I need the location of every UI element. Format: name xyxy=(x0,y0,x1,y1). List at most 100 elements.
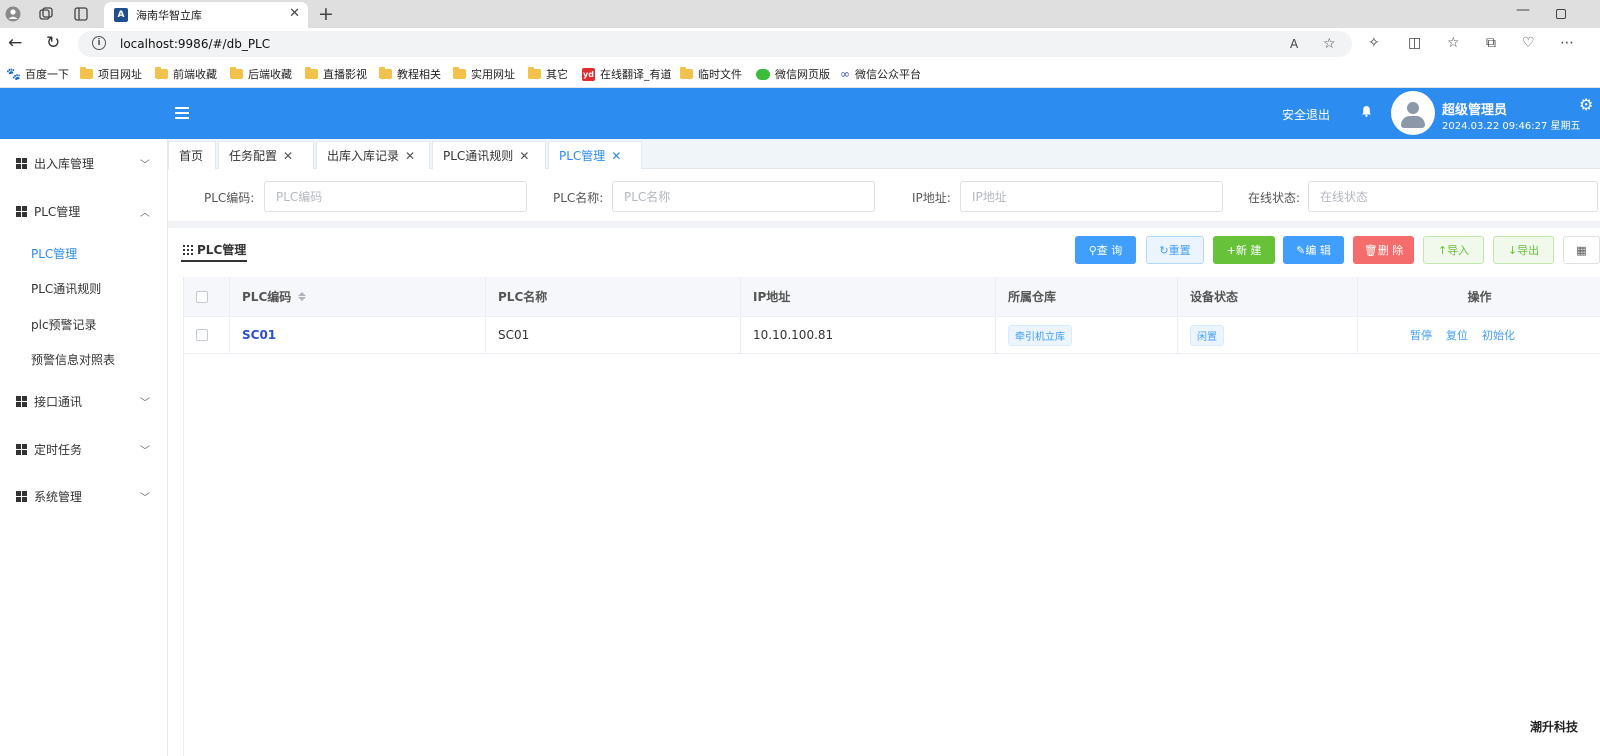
bookmark-folder[interactable]: 其它 xyxy=(528,66,568,82)
browser-essentials-icon[interactable]: ♡ xyxy=(1522,35,1535,51)
close-icon[interactable]: ✕ xyxy=(283,149,293,163)
tab-home[interactable]: 首页 xyxy=(168,141,216,169)
pause-button[interactable]: 暂停 xyxy=(1410,327,1432,343)
sidebar-item-label: 定时任务 xyxy=(34,442,83,457)
menu-toggle-icon[interactable] xyxy=(175,107,189,119)
select-all-checkbox[interactable] xyxy=(196,290,208,303)
extensions-icon[interactable]: ✧ xyxy=(1368,35,1380,51)
bookmark-wechat[interactable]: 微信网页版 xyxy=(756,66,830,82)
sidebar-item-interface[interactable]: 接口通讯 ﹀ xyxy=(0,381,168,421)
folder-icon xyxy=(680,67,693,79)
refresh-icon[interactable]: ↻ xyxy=(46,33,60,53)
tab-plc-rules[interactable]: PLC通讯规则 ✕ xyxy=(432,141,546,169)
ip-input[interactable] xyxy=(960,181,1223,212)
bookmark-folder[interactable]: 后端收藏 xyxy=(230,66,292,82)
browser-tab-active[interactable]: A 海南华智立库 ✕ xyxy=(104,2,308,28)
row-checkbox[interactable] xyxy=(196,329,208,341)
chevron-down-icon: ﹀ xyxy=(140,397,150,409)
bookmark-baidu[interactable]: 🐾 百度一下 xyxy=(6,66,69,82)
add-button[interactable]: + 新 建 xyxy=(1213,236,1275,264)
sort-icon[interactable] xyxy=(298,292,307,301)
bookmark-folder[interactable]: 直播影视 xyxy=(305,66,367,82)
section-title-underline xyxy=(181,260,247,262)
query-button[interactable]: ⚲ 查 询 xyxy=(1075,236,1136,264)
plc-code-link[interactable]: SC01 xyxy=(242,328,276,342)
bell-icon[interactable] xyxy=(1361,105,1372,120)
profile-icon[interactable] xyxy=(4,5,22,23)
sidebar-subitem-plc-manage[interactable]: PLC管理 xyxy=(31,245,77,262)
more-menu-icon[interactable]: ⋯ xyxy=(1560,35,1574,51)
header-actions: 操作 xyxy=(1467,290,1492,304)
reset-action-button[interactable]: 复位 xyxy=(1446,327,1468,343)
sidebar-item-system[interactable]: 系统管理 ﹀ xyxy=(0,476,168,516)
sidebar-subitem-alarm-table[interactable]: 预警信息对照表 xyxy=(31,351,115,368)
folder-icon xyxy=(230,67,243,79)
favorite-star-icon[interactable]: ☆ xyxy=(1323,36,1336,52)
tab-inout-record[interactable]: 出库入库记录 ✕ xyxy=(316,141,430,169)
bookmark-folder[interactable]: 实用网址 xyxy=(453,66,515,82)
folder-icon xyxy=(80,67,93,79)
url-text[interactable]: localhost:9986/#/db_PLC xyxy=(120,37,270,51)
tab-actions-icon[interactable] xyxy=(72,5,90,23)
url-box[interactable]: i localhost:9986/#/db_PLC A ☆ xyxy=(78,31,1352,57)
bookmark-folder[interactable]: 临时文件 xyxy=(680,66,742,82)
avatar[interactable] xyxy=(1391,91,1435,135)
header-ip: IP地址 xyxy=(741,277,996,316)
split-screen-icon[interactable]: ◫ xyxy=(1408,35,1421,51)
bookmark-wechat-mp[interactable]: ∞ 微信公众平台 xyxy=(840,66,921,82)
bookmark-folder[interactable]: 教程相关 xyxy=(379,66,441,82)
plc-name-input[interactable] xyxy=(612,181,875,212)
read-aloud-icon[interactable]: A xyxy=(1290,37,1298,51)
workspaces-icon[interactable] xyxy=(37,5,55,23)
minimize-window-button[interactable]: — xyxy=(1516,2,1530,18)
plc-name-label: PLC名称: xyxy=(553,191,604,205)
grid-icon xyxy=(16,490,27,502)
sidebar: 出入库管理 ﹀ PLC管理 ︿ PLC管理 PLC通讯规则 plc预警记录 预警… xyxy=(0,139,168,756)
grid-icon xyxy=(16,205,27,217)
restore-window-button[interactable] xyxy=(1556,9,1566,19)
close-icon[interactable]: ✕ xyxy=(405,149,415,163)
wechat-icon xyxy=(756,68,770,80)
close-tab-icon[interactable]: ✕ xyxy=(289,6,300,21)
site-info-icon[interactable]: i xyxy=(92,36,106,50)
initialize-button[interactable]: 初始化 xyxy=(1482,327,1515,343)
trash-icon: 🗑 xyxy=(1363,243,1378,257)
close-icon[interactable]: ✕ xyxy=(519,149,529,163)
search-icon: ⚲ xyxy=(1088,243,1097,257)
column-settings-button[interactable]: ▦ xyxy=(1563,236,1600,264)
tab-task-config[interactable]: 任务配置 ✕ xyxy=(218,141,314,169)
header-plc-code[interactable]: PLC编码 xyxy=(230,277,486,316)
sidebar-item-plc[interactable]: PLC管理 ︿ xyxy=(0,191,168,231)
gear-icon[interactable]: ⚙ xyxy=(1579,95,1593,114)
filter-form: PLC编码: PLC名称: IP地址: 在线状态: xyxy=(168,169,1600,221)
import-button[interactable]: ↑ 导入 xyxy=(1423,236,1484,264)
delete-button[interactable]: 🗑 删 除 xyxy=(1353,236,1414,264)
online-status-select[interactable] xyxy=(1308,181,1598,212)
sidebar-subitem-plc-rules[interactable]: PLC通讯规则 xyxy=(31,280,101,297)
reset-button[interactable]: ↻ 重置 xyxy=(1146,236,1204,264)
collections-icon[interactable]: ⧉ xyxy=(1486,35,1496,51)
sidebar-item-inout[interactable]: 出入库管理 ﹀ xyxy=(0,143,168,183)
new-tab-button[interactable]: + xyxy=(318,3,334,25)
tab-plc-manage[interactable]: PLC管理 ✕ xyxy=(548,141,642,169)
sidebar-subitem-plc-alarm[interactable]: plc预警记录 xyxy=(31,316,97,333)
bookmark-folder[interactable]: 项目网址 xyxy=(80,66,142,82)
back-arrow-icon[interactable]: ← xyxy=(8,33,22,53)
logout-button[interactable]: 安全退出 xyxy=(1282,106,1330,123)
favorites-icon[interactable]: ☆ xyxy=(1447,35,1460,51)
export-button[interactable]: ↓ 导出 xyxy=(1493,236,1554,264)
grid-icon xyxy=(16,395,27,407)
chevron-down-icon: ﹀ xyxy=(140,492,150,504)
cell-plc-code: SC01 xyxy=(230,317,486,353)
warehouse-tag: 牵引机立库 xyxy=(1008,324,1072,346)
edit-button[interactable]: ✎ 编 辑 xyxy=(1283,236,1344,264)
sidebar-item-schedule[interactable]: 定时任务 ﹀ xyxy=(0,429,168,469)
browser-tab-title: 海南华智立库 xyxy=(136,9,202,22)
plc-code-input[interactable] xyxy=(264,181,527,212)
header-warehouse: 所属仓库 xyxy=(996,277,1178,316)
close-icon[interactable]: ✕ xyxy=(611,149,621,163)
bookmark-folder[interactable]: 前端收藏 xyxy=(155,66,217,82)
bookmark-youdao[interactable]: yd 在线翻译_有道 xyxy=(582,66,672,82)
browser-tab-strip: A 海南华智立库 ✕ + — xyxy=(0,0,1600,28)
arrow-down-icon: ↓ xyxy=(1507,243,1518,257)
